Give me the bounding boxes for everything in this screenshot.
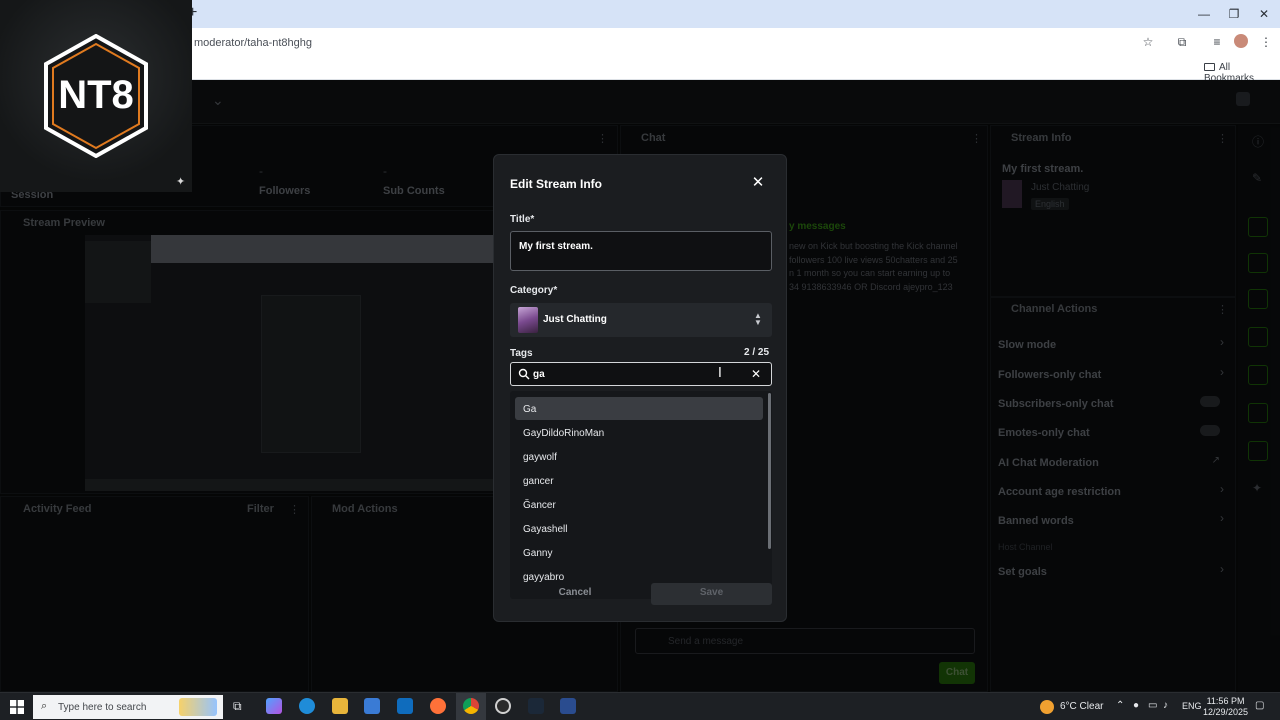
- search-highlight-icon: [179, 698, 217, 716]
- logo-text: NT8: [58, 73, 134, 117]
- show-hidden-icons-icon[interactable]: ⌃: [1116, 700, 1124, 711]
- chrome-icon[interactable]: [463, 698, 479, 714]
- weather-icon: [1040, 700, 1054, 714]
- clock-time: 11:56 PM: [1206, 696, 1245, 706]
- network-icon[interactable]: ▭: [1148, 700, 1157, 711]
- edit-stream-info-modal: Edit Stream Info ✕ Title* My first strea…: [493, 154, 787, 622]
- search-icon: ⌕: [41, 700, 48, 712]
- dropdown-scrollbar[interactable]: [768, 393, 771, 549]
- firefox-icon[interactable]: [430, 698, 446, 714]
- search-icon: [518, 368, 530, 380]
- cancel-button[interactable]: Cancel: [510, 583, 640, 605]
- clear-icon[interactable]: ✕: [749, 366, 763, 382]
- task-view-icon[interactable]: ⧉: [233, 699, 242, 714]
- steam-icon[interactable]: [528, 698, 544, 714]
- title-input[interactable]: My first stream.: [510, 231, 772, 271]
- clock-date: 12/29/2025: [1203, 707, 1249, 717]
- tags-label: Tags: [510, 348, 533, 359]
- weather-text[interactable]: 6°C Clear: [1060, 701, 1103, 712]
- folder-icon: [1204, 63, 1215, 71]
- chrome-menu-icon[interactable]: ⋮: [1258, 34, 1274, 50]
- edge-icon[interactable]: [299, 698, 315, 714]
- file-explorer-icon[interactable]: [332, 698, 348, 714]
- text-cursor-icon: I: [718, 366, 722, 381]
- title-value: My first stream.: [519, 241, 593, 252]
- title-label: Title*: [510, 214, 535, 225]
- input-language[interactable]: ENG: [1182, 701, 1202, 711]
- sparkle-icon: ✦: [176, 176, 186, 188]
- close-window-button[interactable]: ✕: [1250, 4, 1278, 24]
- notifications-icon[interactable]: ▢: [1255, 700, 1264, 711]
- extensions-icon[interactable]: ⧉: [1174, 34, 1190, 50]
- webcam-overlay: NT8 ✦: [0, 0, 192, 192]
- tag-suggestion[interactable]: Gayashell: [515, 517, 763, 540]
- profile-avatar[interactable]: [1234, 34, 1248, 48]
- copilot-icon[interactable]: [266, 698, 282, 714]
- nt8-logo: NT8: [44, 34, 148, 158]
- windows-taskbar: ⌕ Type here to search ⧉ 6°C Clear ⌃ ● ▭ …: [0, 692, 1280, 720]
- restore-button[interactable]: ❐: [1220, 4, 1248, 24]
- tags-search-input[interactable]: ga ✕: [510, 362, 772, 386]
- minimize-button[interactable]: —: [1190, 4, 1218, 24]
- outlook-icon[interactable]: [397, 698, 413, 714]
- bookmarks-bar: All Bookmarks: [0, 56, 1280, 84]
- windows-start-icon[interactable]: [10, 700, 24, 714]
- bookmark-star-icon[interactable]: ☆: [1140, 34, 1156, 50]
- modal-title: Edit Stream Info: [510, 177, 603, 191]
- save-button[interactable]: Save: [651, 583, 772, 605]
- tags-query: ga: [533, 369, 545, 380]
- tag-suggestion[interactable]: Ganny: [515, 541, 763, 564]
- tag-suggestion[interactable]: GayDildoRinoMan: [515, 421, 763, 444]
- obs-icon[interactable]: [495, 698, 511, 714]
- microphone-icon[interactable]: ●: [1133, 700, 1139, 711]
- app-icon[interactable]: [560, 698, 576, 714]
- store-icon[interactable]: [364, 698, 380, 714]
- volume-icon[interactable]: ♪: [1163, 700, 1168, 711]
- tag-suggestion[interactable]: Ga: [515, 397, 763, 420]
- tag-suggestion[interactable]: gancer: [515, 469, 763, 492]
- tag-suggestions-dropdown: Ga GayDildoRinoMan gaywolf gancer Ğancer…: [510, 391, 772, 599]
- tag-suggestion[interactable]: gaywolf: [515, 445, 763, 468]
- tags-count: 2 / 25: [744, 347, 770, 358]
- browser-toolbar: moderator/taha-nt8hghg ☆ ⧉ ≡ ⋮: [0, 28, 1280, 56]
- media-controls-icon[interactable]: ≡: [1209, 34, 1225, 50]
- tag-suggestion[interactable]: Ğancer: [515, 493, 763, 516]
- category-label: Category*: [510, 285, 558, 296]
- address-bar[interactable]: moderator/taha-nt8hghg: [194, 37, 312, 49]
- select-arrows-icon: ▲ ▼: [754, 311, 762, 327]
- taskbar-search-box[interactable]: ⌕ Type here to search: [33, 695, 223, 719]
- clock[interactable]: 11:56 PM 12/29/2025: [1203, 696, 1248, 718]
- browser-tab-bar: + — ❐ ✕: [0, 0, 1280, 28]
- category-value: Just Chatting: [543, 314, 607, 325]
- category-thumbnail: [518, 307, 538, 333]
- close-icon[interactable]: ✕: [750, 175, 766, 191]
- category-select[interactable]: Just Chatting ▲ ▼: [510, 303, 772, 337]
- taskbar-search-placeholder: Type here to search: [58, 702, 147, 713]
